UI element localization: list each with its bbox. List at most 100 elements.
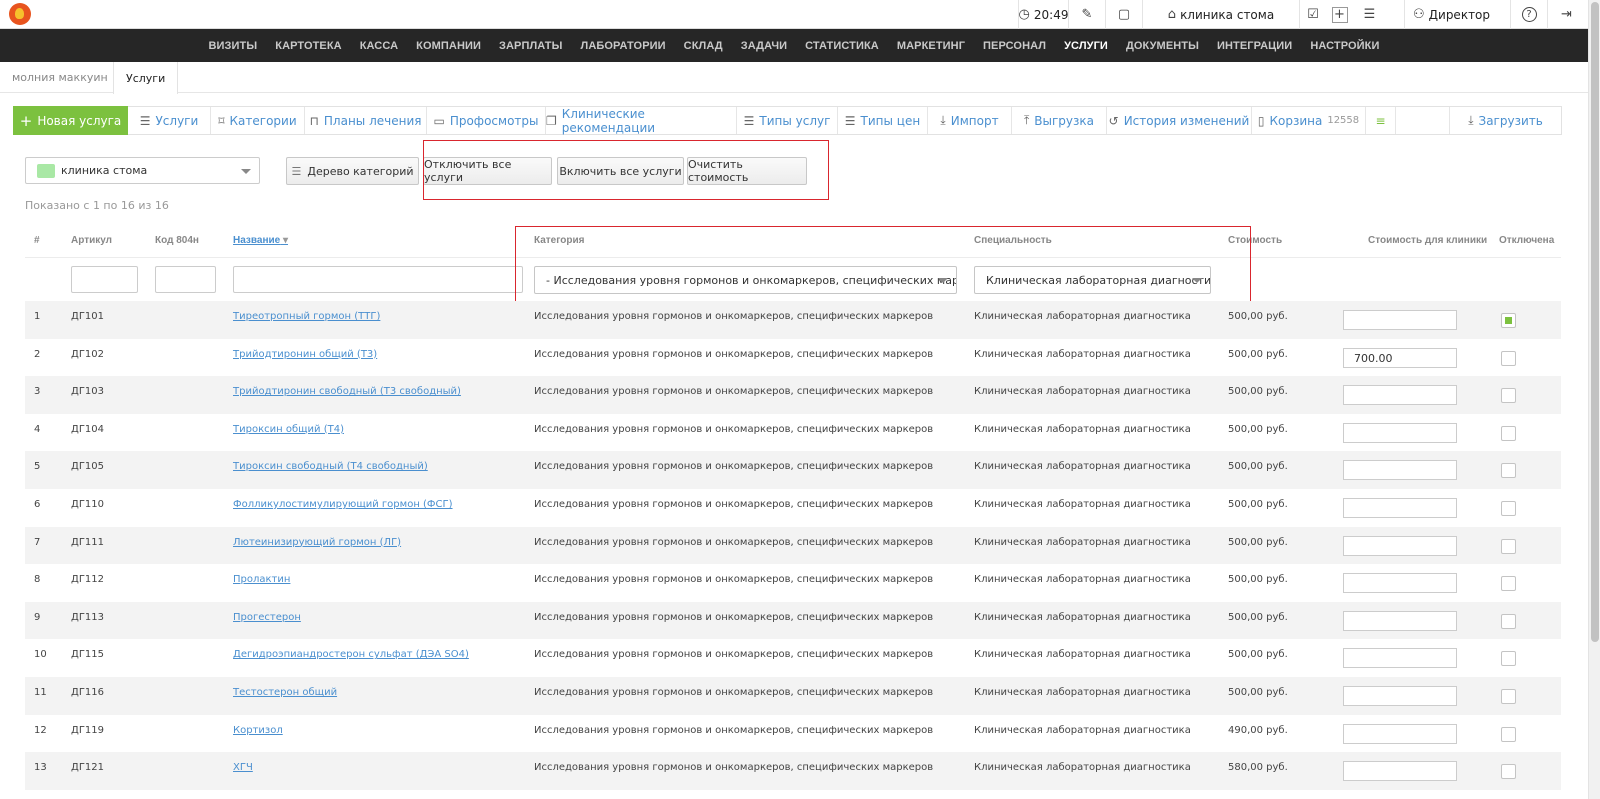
tab-trash[interactable]: ▯ Корзина 12558 (1252, 107, 1366, 134)
disabled-checkbox[interactable] (1501, 613, 1516, 629)
clinic-cost-input[interactable]: 700.00 (1343, 347, 1457, 368)
cell-name[interactable]: Тиреотропный гормон (ТТГ) (233, 311, 380, 322)
disabled-checkbox[interactable] (1501, 726, 1516, 742)
table-row: 12 ДГ119 Кортизол Исследования уровня гормо… (25, 715, 1561, 753)
clinic-color-swatch (37, 163, 55, 178)
tab-checkups[interactable]: ▭ Профосмотры (427, 107, 546, 134)
tab-change-history[interactable]: ↺ История изменений (1107, 107, 1252, 134)
add-button[interactable]: + (1326, 0, 1353, 29)
clinic-cost-input[interactable] (1343, 573, 1457, 594)
tab-clinical-recommendations[interactable]: ❐ Клинические рекомендации (546, 107, 737, 135)
note-button[interactable]: ▢ (1105, 0, 1142, 29)
clinic-cost-input[interactable] (1343, 310, 1457, 330)
clinic-cost-input[interactable] (1343, 460, 1457, 481)
clinic-cost-input[interactable] (1343, 422, 1457, 443)
nav-item-7[interactable]: ЗАДАЧИ (741, 40, 787, 52)
nav-item-6[interactable]: СКЛАД (684, 40, 723, 52)
nav-item-13[interactable]: ИНТЕГРАЦИИ (1217, 40, 1292, 52)
disabled-checkbox[interactable] (1501, 425, 1516, 441)
nav-item-3[interactable]: КОМПАНИИ (416, 40, 481, 52)
nav-item-8[interactable]: СТАТИСТИКА (805, 40, 879, 52)
app-logo[interactable] (9, 3, 31, 25)
cell-name[interactable]: Трийодтиронин общий (Т3) (233, 349, 377, 360)
nav-item-5[interactable]: ЛАБОРАТОРИИ (581, 40, 666, 52)
cell-num: 4 (34, 423, 41, 435)
cell-specialty: Клиническая лабораторная диагностика (974, 649, 1191, 661)
cell-name[interactable]: Кортизол (233, 725, 283, 736)
code-filter-input[interactable] (155, 266, 216, 293)
tab-price-types[interactable]: ☰ Типы цен (838, 107, 928, 134)
nav-item-11[interactable]: УСЛУГИ (1064, 40, 1108, 52)
cell-specialty: Клиническая лабораторная диагностика (974, 724, 1191, 736)
cell-name[interactable]: Тироксин свободный (Т4 свободный) (233, 461, 428, 472)
cell-num: 12 (34, 724, 47, 736)
nav-item-0[interactable]: ВИЗИТЫ (209, 40, 258, 52)
disabled-checkbox[interactable] (1501, 651, 1516, 667)
tasks-button[interactable]: ☑ (1299, 0, 1326, 29)
cell-name[interactable]: Лютеинизирующий гормон (ЛГ) (233, 537, 401, 548)
nav-item-9[interactable]: МАРКЕТИНГ (897, 40, 965, 52)
clinic-cost-input[interactable] (1343, 761, 1457, 782)
scrollbar-thumb[interactable] (1591, 2, 1599, 642)
cell-specialty: Клиническая лабораторная диагностика (974, 423, 1191, 435)
name-filter-input[interactable] (233, 266, 523, 293)
article-filter-input[interactable] (71, 266, 138, 293)
clinic-select[interactable]: клиника стома (25, 157, 260, 184)
new-service-button[interactable]: + Новая услуга (13, 106, 128, 135)
tab-services[interactable]: ☰ Услуги (128, 107, 211, 134)
cell-name[interactable]: ХГЧ (233, 762, 253, 773)
disabled-checkbox[interactable] (1501, 500, 1516, 516)
cell-specialty: Клиническая лабораторная диагностика (974, 536, 1191, 548)
table-row: 9 ДГ113 Прогестерон Исследования уровня гор… (25, 601, 1561, 640)
clinic-cost-input[interactable] (1343, 648, 1457, 669)
upload-button[interactable]: ⤓ Загрузить (1449, 107, 1561, 134)
col-article: Артикул (71, 235, 113, 246)
col-name-sort[interactable]: Название ▾ (233, 235, 288, 246)
disabled-checkbox[interactable] (1501, 350, 1516, 366)
clinic-cost-input[interactable] (1343, 610, 1457, 631)
disabled-checkbox[interactable] (1501, 688, 1516, 704)
cell-name[interactable]: Трийодтиронин свободный (Т3 свободный) (233, 386, 461, 397)
tab-export[interactable]: ⤒ Выгрузка (1012, 107, 1107, 134)
edit-note-button[interactable]: ✎ (1068, 0, 1105, 29)
cell-name[interactable]: Фолликулостимулирующий гормон (ФСГ) (233, 499, 453, 510)
col-clinic-cost: Стоимость для клиники (1368, 235, 1488, 246)
nav-item-12[interactable]: ДОКУМЕНТЫ (1126, 40, 1199, 52)
vertical-scrollbar[interactable] (1588, 0, 1600, 799)
tab-menu[interactable]: ≡ (1366, 107, 1396, 134)
nav-item-1[interactable]: КАРТОТЕКА (275, 40, 341, 52)
disabled-checkbox[interactable] (1501, 764, 1516, 780)
breadcrumb-home[interactable]: молния маккуин (12, 62, 108, 93)
clinic-cost-input[interactable] (1343, 535, 1457, 556)
cell-name[interactable]: Тироксин общий (Т4) (233, 424, 344, 435)
nav-item-4[interactable]: ЗАРПЛАТЫ (499, 40, 562, 52)
clinic-cost-input[interactable] (1343, 685, 1457, 706)
help-button[interactable]: ? (1510, 0, 1547, 29)
tab-service-types[interactable]: ☰ Типы услуг (737, 107, 838, 134)
cell-name[interactable]: Прогестерон (233, 612, 301, 623)
tab-import[interactable]: ⤓ Импорт (928, 107, 1012, 134)
disabled-checkbox[interactable] (1501, 463, 1516, 479)
disabled-checkbox[interactable] (1501, 313, 1516, 328)
nav-item-10[interactable]: ПЕРСОНАЛ (983, 40, 1046, 52)
clinic-cost-input[interactable] (1343, 497, 1457, 518)
clinic-cost-input[interactable] (1343, 723, 1457, 744)
nav-item-14[interactable]: НАСТРОЙКИ (1310, 40, 1379, 52)
tab-treatment-plans[interactable]: ⊓ Планы лечения (305, 107, 427, 134)
top-bar: ◷ 20:49 ✎ ▢ ⌂ клиника стома ☑ + ☰ ⚇ Директо… (0, 0, 1588, 29)
disabled-checkbox[interactable] (1501, 576, 1516, 592)
tab-categories[interactable]: ⌑ Категории (211, 107, 305, 134)
logout-button[interactable]: ⇥ (1547, 0, 1585, 29)
cell-name[interactable]: Пролактин (233, 574, 290, 585)
clinic-switcher[interactable]: ⌂ клиника стома (1142, 0, 1299, 29)
nav-item-2[interactable]: КАССА (360, 40, 398, 52)
list-button[interactable]: ☰ (1353, 0, 1386, 29)
disabled-checkbox[interactable] (1501, 538, 1516, 554)
clinic-cost-input[interactable] (1343, 385, 1457, 406)
category-tree-button[interactable]: ☰ Дерево категорий (286, 157, 419, 185)
cell-name[interactable]: Дегидроэпиандростерон сульфат (ДЭА SO4) (233, 649, 469, 660)
cell-name[interactable]: Тестостерон общий (233, 687, 337, 698)
table-row: 8 ДГ112 Пролактин Исследования уровня гормо… (25, 564, 1561, 602)
disabled-checkbox[interactable] (1501, 388, 1516, 404)
user-menu[interactable]: ⚇ Директор (1404, 0, 1498, 29)
